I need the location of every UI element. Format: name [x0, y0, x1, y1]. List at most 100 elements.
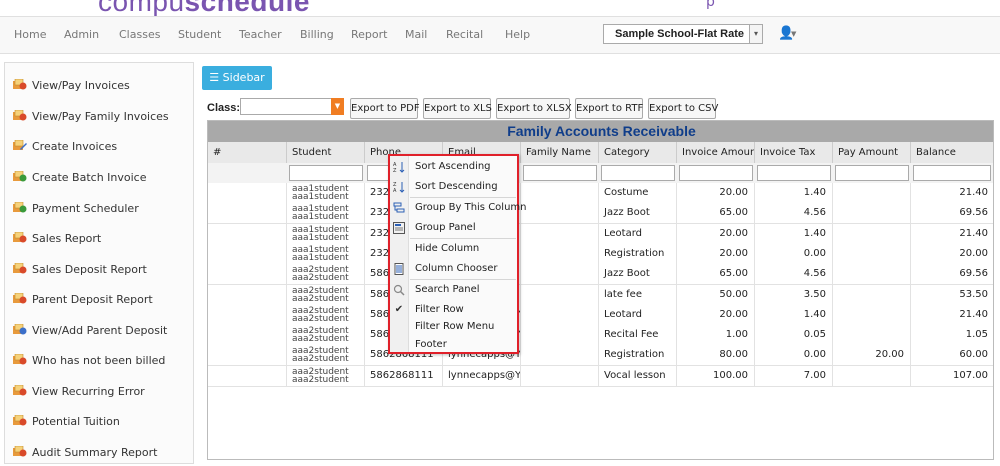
menu-item-label: Column Chooser: [415, 263, 498, 274]
filter-invoice-amount-input[interactable]: [679, 165, 753, 181]
menu-item-sort-descending[interactable]: ZA Sort Descending: [390, 177, 517, 197]
cell-category: Vocal lesson: [599, 365, 677, 386]
table-row[interactable]: aaa2studentaaa2student5862868111lynnecap…: [208, 365, 993, 387]
column-header-balance[interactable]: Balance: [911, 142, 993, 163]
table-row[interactable]: aaa1student aaa1student 2323 Registration 20…: [208, 243, 993, 265]
nav-mail[interactable]: Mail: [405, 28, 427, 41]
menu-item-filter-row-menu[interactable]: Filter Row Menu: [390, 317, 517, 337]
sidebar-item-audit-summary-report[interactable]: Audit Summary Report: [5, 436, 193, 466]
nav-classes[interactable]: Classes: [119, 28, 160, 41]
cell-number: [208, 284, 287, 305]
column-header-pay-amount[interactable]: Pay Amount: [833, 142, 911, 163]
cell-pay-amount: [833, 183, 911, 203]
table-row[interactable]: aaa1student aaa1student 2323 Jazz Boot 65.00…: [208, 203, 993, 225]
cell-invoice-amount: 65.00: [677, 264, 755, 285]
cell-family-name: [521, 183, 599, 203]
sidebar-item-view-pay-invoices[interactable]: View/Pay Invoices: [5, 69, 193, 99]
export-xls-button[interactable]: Export to XLS: [423, 98, 492, 119]
caret-down-icon[interactable]: ▼: [791, 30, 796, 38]
cell-invoice-tax: 1.40: [755, 304, 833, 325]
school-select-value: Sample School-Flat Rate: [615, 28, 744, 40]
filter-balance-input[interactable]: [913, 165, 991, 181]
menu-item-label: Sort Descending: [415, 181, 498, 192]
sidebar-item-view-pay-family-invoices[interactable]: View/Pay Family Invoices: [5, 100, 193, 130]
cell-student-line: aaa2student: [292, 313, 349, 324]
filter-category-input[interactable]: [601, 165, 675, 181]
cell-balance: 60.00: [911, 345, 993, 365]
filter-pay-amount-input[interactable]: [835, 165, 909, 181]
cell-balance: 21.40: [911, 224, 993, 244]
nav-admin[interactable]: Admin: [64, 28, 99, 41]
table-row[interactable]: aaa2student aaa2student 5862 Jazz Boot 65.00…: [208, 264, 993, 286]
filter-family-name-input[interactable]: [523, 165, 597, 181]
cell-category: late fee: [599, 284, 677, 305]
nav-home[interactable]: Home: [14, 28, 46, 41]
class-label: Class:: [207, 102, 241, 114]
top-navbar: Home Admin Classes Student Teacher Billi…: [0, 16, 1000, 54]
table-row[interactable]: aaa2studentaaa2student5862868111lynnecap…: [208, 304, 993, 326]
menu-item-hide-column[interactable]: Hide Column: [390, 239, 517, 259]
nav-help[interactable]: Help: [505, 28, 530, 41]
menu-item-column-chooser[interactable]: Column Chooser: [390, 259, 517, 279]
cell-student: aaa2student aaa2student: [287, 304, 365, 325]
export-csv-button[interactable]: Export to CSV: [648, 98, 718, 119]
nav-billing[interactable]: Billing: [300, 28, 334, 41]
menu-item-footer[interactable]: Footer: [390, 335, 517, 355]
sidebar-item-payment-scheduler[interactable]: Payment Scheduler: [5, 192, 193, 222]
search-icon: [393, 284, 405, 296]
nav-recital[interactable]: Recital: [446, 28, 483, 41]
cell-invoice-amount: 80.00: [677, 345, 755, 366]
menu-item-label: Filter Row: [415, 304, 464, 315]
cell-pay-amount: [833, 284, 911, 305]
sidebar-item-view-add-parent-deposit[interactable]: View/Add Parent Deposit: [5, 314, 193, 344]
export-rtf-button[interactable]: Export to RTF: [575, 98, 643, 119]
menu-item-sort-ascending[interactable]: AZ Sort Ascending: [390, 157, 517, 177]
export-xlsx-button[interactable]: Export to XLSX: [496, 98, 572, 119]
add-invoice-icon: [13, 202, 27, 213]
table-row[interactable]: aaa1student aaa1student 2323 Leotard 20.00 1.…: [208, 223, 993, 245]
cell-category: Jazz Boot: [599, 264, 677, 285]
table-row[interactable]: aaa1student aaa1student 2323 Costume 20.00 1.…: [208, 183, 993, 204]
column-header-student[interactable]: Student: [287, 142, 365, 163]
sidebar-item-view-recurring-error[interactable]: View Recurring Error: [5, 375, 193, 405]
cell-category: Registration: [599, 243, 677, 264]
table-row[interactable]: aaa2studentaaa2student5862868111lynnecap…: [208, 345, 993, 367]
cell-number: [208, 365, 287, 386]
menu-item-group-panel[interactable]: Group Panel: [390, 218, 517, 238]
cell-student-line: aaa2student: [292, 334, 349, 345]
sidebar-item-create-batch-invoice[interactable]: Create Batch Invoice: [5, 161, 193, 191]
chevron-down-icon[interactable]: ▼: [331, 98, 344, 115]
sidebar-item-sales-report[interactable]: Sales Report: [5, 222, 193, 252]
nav-teacher[interactable]: Teacher: [239, 28, 282, 41]
menu-item-label: Group By This Column: [415, 202, 527, 213]
menu-item-group-by-column[interactable]: Group By This Column: [390, 198, 527, 218]
table-row[interactable]: aaa2studentaaa2student5862868111lynnecap…: [208, 325, 993, 347]
chevron-down-icon[interactable]: ▾: [749, 24, 763, 44]
class-select[interactable]: ▼: [240, 98, 344, 115]
cell-number: [208, 203, 287, 224]
check-icon: ✔: [394, 304, 404, 315]
nav-report[interactable]: Report: [351, 28, 387, 41]
filter-invoice-tax-input[interactable]: [757, 165, 831, 181]
column-header-invoice-tax[interactable]: Invoice Tax: [755, 142, 833, 163]
table-row[interactable]: aaa2student aaa2student 5862 late fee 50.00 3…: [208, 284, 993, 306]
cell-family-name: [521, 304, 599, 325]
menu-item-search-panel[interactable]: Search Panel: [390, 280, 517, 300]
school-select[interactable]: Sample School-Flat Rate ▾: [603, 24, 763, 44]
sidebar-item-who-has-not-been-billed[interactable]: Who has not been billed: [5, 344, 193, 374]
menu-item-label: Hide Column: [415, 243, 480, 254]
column-header-family-name[interactable]: Family Name: [521, 142, 599, 163]
column-header-number[interactable]: #: [208, 142, 287, 163]
sidebar-item-sales-deposit-report[interactable]: Sales Deposit Report: [5, 253, 193, 283]
column-header-invoice-amount[interactable]: Invoice Amount: [677, 142, 755, 163]
filter-student-input[interactable]: [289, 165, 363, 181]
cell-category: Recital Fee: [599, 325, 677, 346]
sidebar-item-potential-tuition[interactable]: Potential Tuition: [5, 405, 193, 435]
export-pdf-button[interactable]: Export to PDF: [350, 98, 420, 119]
sidebar-item-create-invoices[interactable]: Create Invoices: [5, 130, 193, 160]
sidebar-item-parent-deposit-report[interactable]: Parent Deposit Report: [5, 283, 193, 313]
sidebar-toggle-button[interactable]: ☰ Sidebar: [202, 66, 272, 90]
column-header-category[interactable]: Category: [599, 142, 677, 163]
nav-student[interactable]: Student: [178, 28, 221, 41]
sidebar-item-label: Payment Scheduler: [32, 202, 139, 215]
